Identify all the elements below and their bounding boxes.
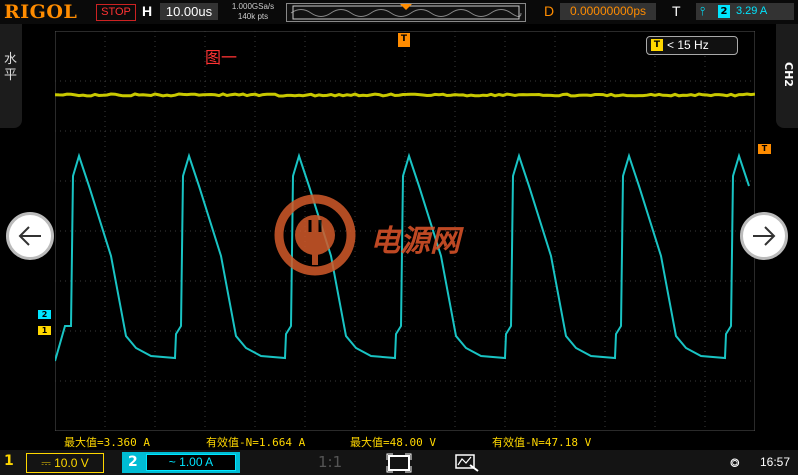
- delay-label: D: [544, 3, 554, 19]
- zoom-ratio: 1:1: [318, 453, 342, 471]
- trigger-source: 2: [718, 5, 730, 18]
- horizontal-label: H: [142, 3, 152, 19]
- ch2-menu-tab[interactable]: CH2: [776, 24, 798, 128]
- measurement-item: 有效值-N=47.18 V: [492, 434, 591, 450]
- dc-coupling-icon: ⎓: [41, 456, 51, 470]
- measure-icon[interactable]: [454, 453, 480, 473]
- ch2-number: 2: [128, 454, 138, 470]
- ch2-scale: ~ 1.00 A: [146, 454, 236, 471]
- trigger-settings[interactable]: ⫯ 2 3.29 A: [696, 3, 794, 20]
- memory-depth: 140k pts: [224, 12, 282, 22]
- ch1-number[interactable]: 1: [4, 453, 14, 469]
- ch1-voltage-trace: [55, 94, 755, 96]
- trigger-level: 3.29 A: [736, 3, 767, 20]
- delay-value[interactable]: 0.00000000ps: [560, 3, 656, 20]
- ac-coupling-icon: ~: [169, 455, 176, 469]
- watermark-logo-icon: [270, 190, 360, 280]
- ch2-scale-value: 1.00 A: [179, 455, 213, 469]
- freq-counter-value: < 15 Hz: [667, 37, 709, 54]
- frequency-counter[interactable]: T < 15 Hz: [646, 36, 738, 55]
- prev-page-button[interactable]: [6, 212, 54, 260]
- figure-caption: 图一: [205, 44, 237, 68]
- left-arrow-icon: [15, 221, 45, 251]
- ch1-scale-value: 10.0 V: [54, 456, 89, 470]
- right-arrow-icon: [749, 221, 779, 251]
- horizontal-menu-tab[interactable]: 水平: [0, 24, 22, 128]
- ch2-offset-marker[interactable]: 2: [38, 310, 51, 319]
- measurement-item: 最大值=48.00 V: [350, 434, 436, 450]
- sample-rate-info: 1.000GSa/s 140k pts: [224, 2, 282, 22]
- trigger-level-marker[interactable]: T: [758, 144, 771, 154]
- sample-rate: 1.000GSa/s: [224, 2, 282, 12]
- ch1-offset-marker[interactable]: 1: [38, 326, 51, 335]
- trigger-position-marker[interactable]: T: [398, 33, 410, 47]
- timeline-waveform-icon: [287, 4, 525, 21]
- clock: 16:57: [760, 455, 790, 469]
- screen-icon[interactable]: [386, 453, 412, 473]
- freq-trigger-badge: T: [651, 39, 663, 51]
- rising-edge-icon: ⫯: [700, 3, 705, 20]
- status-bar: RIGOL STOP H 10.00us 1.000GSa/s 140k pts…: [0, 0, 798, 24]
- channel-bar: 1 ⎓ 10.0 V 2 ~ 1.00 A 1:1 ⭗ 16:57: [0, 450, 798, 475]
- timebase-value[interactable]: 10.00us: [160, 3, 218, 20]
- ch1-scale[interactable]: ⎓ 10.0 V: [26, 453, 104, 473]
- brand-logo: RIGOL: [4, 1, 77, 23]
- next-page-button[interactable]: [740, 212, 788, 260]
- ch2-selector[interactable]: 2 ~ 1.00 A: [122, 452, 240, 473]
- measurement-item: 有效值-N=1.664 A: [206, 434, 305, 450]
- watermark-text: 电源网: [370, 216, 460, 260]
- horizontal-menu-label: 水平: [4, 52, 18, 84]
- ch2-menu-label: CH2: [782, 62, 795, 87]
- run-stop-indicator[interactable]: STOP: [96, 4, 136, 21]
- measurement-item: 最大值=3.360 A: [64, 434, 150, 450]
- trigger-label: T: [672, 3, 681, 19]
- memory-timeline[interactable]: [286, 3, 526, 22]
- usb-icon: ⭗: [730, 456, 740, 471]
